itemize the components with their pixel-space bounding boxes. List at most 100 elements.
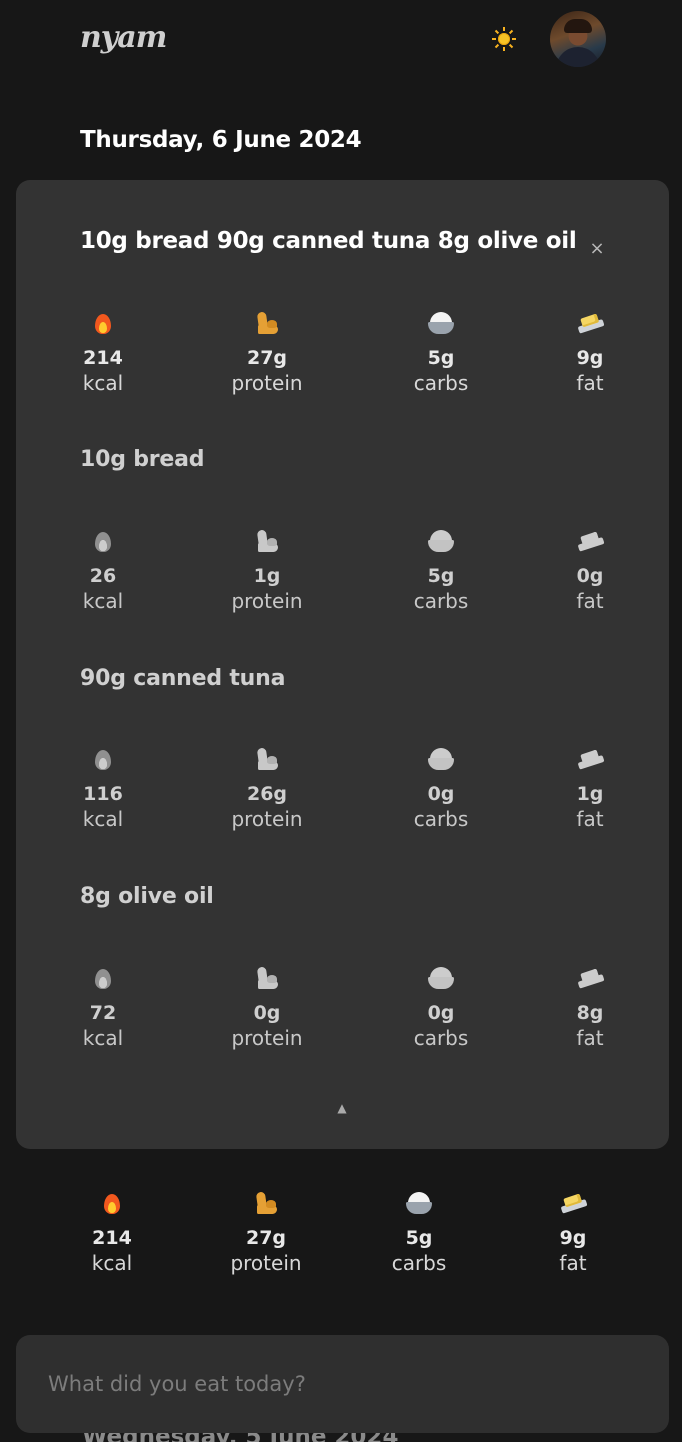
flexed-arm-icon [207, 308, 327, 338]
macro-protein: 27g protein [207, 308, 327, 396]
macro-carbs: 5g carbs [381, 308, 501, 396]
butter-icon [530, 308, 650, 338]
macro-label: carbs [413, 371, 469, 395]
day-totals-row: 214 kcal 27g protein 5g carbs 9g fat [0, 1188, 682, 1288]
macro-kcal: 116 kcal [43, 744, 163, 832]
macro-label: fat [576, 371, 604, 395]
food-item-macros: 72 kcal 0g protein 0g carbs 8g fat [16, 963, 669, 1063]
macro-label: kcal [82, 589, 124, 613]
macro-label: kcal [82, 807, 124, 831]
butter-icon [530, 963, 650, 993]
macro-label: fat [559, 1251, 587, 1275]
macro-label: protein [231, 1026, 303, 1050]
macro-label: carbs [413, 807, 469, 831]
food-item-macros: 26 kcal 1g protein 5g carbs 0g fat [16, 526, 669, 626]
macro-fat: 9g fat [513, 1188, 633, 1276]
flexed-arm-icon [207, 526, 327, 556]
macro-value: 5g [427, 565, 455, 587]
theme-toggle-button[interactable] [488, 23, 520, 55]
macro-label: kcal [82, 1026, 124, 1050]
macro-label: fat [576, 589, 604, 613]
macro-value: 1g [576, 783, 604, 805]
macro-fat: 0g fat [530, 526, 650, 614]
macro-kcal: 214 kcal [52, 1188, 172, 1276]
flexed-arm-icon [207, 744, 327, 774]
meal-input[interactable] [16, 1335, 669, 1433]
macro-label: protein [231, 371, 303, 395]
rice-bowl-icon [359, 1188, 479, 1218]
fire-icon [43, 308, 163, 338]
macro-value: 1g [253, 565, 281, 587]
macro-value: 0g [576, 565, 604, 587]
macro-protein: 27g protein [206, 1188, 326, 1276]
sun-icon [492, 27, 516, 51]
meal-card: 10g bread 90g canned tuna 8g olive oil ×… [16, 180, 669, 1149]
macro-label: protein [231, 589, 303, 613]
fire-icon [43, 526, 163, 556]
macro-fat: 8g fat [530, 963, 650, 1051]
macro-kcal: 214 kcal [43, 308, 163, 396]
food-item-title: 8g olive oil [80, 884, 214, 909]
macro-label: carbs [391, 1251, 447, 1275]
rice-bowl-icon [381, 526, 501, 556]
macro-value: 5g [405, 1227, 433, 1249]
macro-carbs: 5g carbs [381, 526, 501, 614]
macro-label: carbs [413, 1026, 469, 1050]
app-page: nyam Thursday, 6 June 2024 10g bread 90g… [0, 0, 682, 1442]
macro-label: protein [230, 1251, 302, 1275]
macro-value: 9g [576, 347, 604, 369]
macro-value: 0g [427, 783, 455, 805]
meal-title: 10g bread 90g canned tuna 8g olive oil [80, 228, 577, 254]
macro-fat: 1g fat [530, 744, 650, 832]
macro-value: 72 [89, 1002, 117, 1024]
butter-icon [530, 744, 650, 774]
macro-label: kcal [82, 371, 124, 395]
flexed-arm-icon [207, 963, 327, 993]
macro-value: 0g [253, 1002, 281, 1024]
rice-bowl-icon [381, 963, 501, 993]
macro-value: 27g [245, 1227, 287, 1249]
macro-carbs: 5g carbs [359, 1188, 479, 1276]
fire-icon [43, 963, 163, 993]
butter-icon [513, 1188, 633, 1218]
macro-carbs: 0g carbs [381, 744, 501, 832]
macro-value: 9g [559, 1227, 587, 1249]
user-avatar[interactable] [550, 11, 606, 67]
date-heading: Thursday, 6 June 2024 [80, 127, 362, 153]
macro-value: 26g [246, 783, 288, 805]
meal-composer [16, 1335, 669, 1433]
macro-label: fat [576, 807, 604, 831]
macro-label: fat [576, 1026, 604, 1050]
macro-protein: 26g protein [207, 744, 327, 832]
macro-value: 26 [89, 565, 117, 587]
collapse-card-button[interactable]: ▲ [336, 1102, 348, 1114]
close-meal-button[interactable]: × [588, 240, 606, 258]
macro-label: protein [231, 807, 303, 831]
macro-protein: 1g protein [207, 526, 327, 614]
macro-protein: 0g protein [207, 963, 327, 1051]
food-item-title: 90g canned tuna [80, 666, 286, 691]
macro-value: 116 [83, 783, 123, 805]
food-item-macros: 116 kcal 26g protein 0g carbs 1g fat [16, 744, 669, 844]
rice-bowl-icon [381, 744, 501, 774]
macro-label: carbs [413, 589, 469, 613]
app-logo[interactable]: nyam [80, 20, 167, 55]
macro-value: 5g [427, 347, 455, 369]
macro-value: 214 [92, 1227, 132, 1249]
macro-fat: 9g fat [530, 308, 650, 396]
butter-icon [530, 526, 650, 556]
rice-bowl-icon [381, 308, 501, 338]
macro-value: 0g [427, 1002, 455, 1024]
macro-kcal: 26 kcal [43, 526, 163, 614]
flexed-arm-icon [206, 1188, 326, 1218]
food-item-title: 10g bread [80, 447, 205, 472]
macro-value: 8g [576, 1002, 604, 1024]
macro-value: 214 [83, 347, 123, 369]
macro-kcal: 72 kcal [43, 963, 163, 1051]
meal-totals-row: 214 kcal 27g protein 5g carbs 9g fat [16, 308, 669, 408]
fire-icon [43, 744, 163, 774]
fire-icon [52, 1188, 172, 1218]
macro-label: kcal [91, 1251, 133, 1275]
macro-value: 27g [246, 347, 288, 369]
macro-carbs: 0g carbs [381, 963, 501, 1051]
